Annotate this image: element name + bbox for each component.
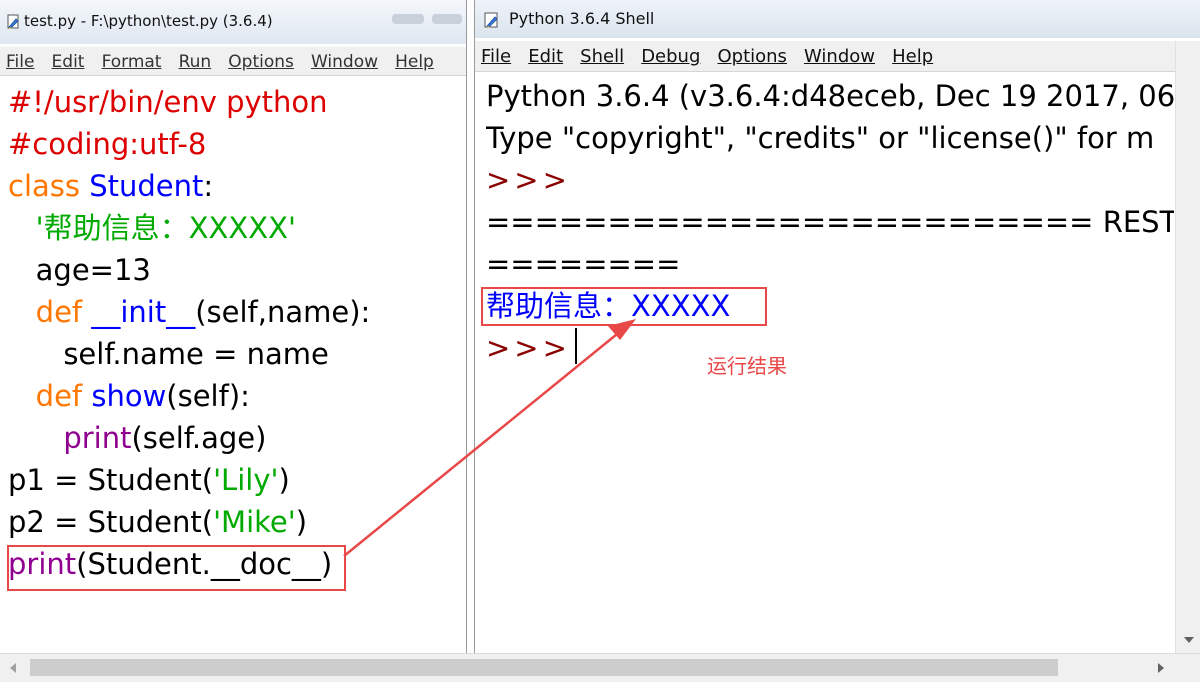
code-text: (self): xyxy=(166,379,250,413)
menu-shell[interactable]: Shell xyxy=(574,41,630,67)
menu-label: Edit xyxy=(528,46,564,67)
menu-label: Options xyxy=(228,52,294,72)
scrollbar-thumb[interactable] xyxy=(30,659,1058,676)
menu-options[interactable]: Options xyxy=(711,41,792,67)
output-line: ========================= RESTA xyxy=(486,205,1174,239)
idle-shell-icon xyxy=(484,11,502,33)
title-blur xyxy=(432,14,462,24)
menu-label: Shell xyxy=(580,46,625,67)
code-line: '帮助信息：XXXXX' xyxy=(8,207,370,249)
vertical-scrollbar[interactable] xyxy=(1175,41,1200,653)
horizontal-scrollbar[interactable] xyxy=(0,653,1200,682)
annotation-label: 运行结果 xyxy=(707,354,787,378)
menu-label: Help xyxy=(395,52,434,72)
code-line: #!/usr/bin/env python xyxy=(8,81,370,123)
menu-window[interactable]: Window xyxy=(798,41,881,67)
menu-label: Window xyxy=(804,46,876,67)
output-line: Python 3.6.4 (v3.6.4:d48eceb, Dec 19 201… xyxy=(486,79,1174,113)
menu-file[interactable]: File xyxy=(0,47,40,72)
code-line: age=13 xyxy=(8,249,370,291)
output-line: ======== xyxy=(486,247,681,281)
builtin: print xyxy=(63,421,132,455)
menu-help[interactable]: Help xyxy=(389,47,440,72)
menu-window[interactable]: Window xyxy=(305,47,384,72)
shell-titlebar[interactable]: Python 3.6.4 Shell xyxy=(475,0,1200,38)
highlight-box-result xyxy=(481,287,767,326)
output-line: Type "copyright", "credits" or "license(… xyxy=(486,121,1155,155)
code-line: self.name = name xyxy=(8,333,370,375)
code-line: def show(self): xyxy=(8,375,370,417)
text-cursor xyxy=(574,328,577,364)
menu-options[interactable]: Options xyxy=(222,47,300,72)
menu-label: Debug xyxy=(641,46,701,67)
keyword: def xyxy=(35,295,83,329)
shell-menubar: File Edit Shell Debug Options Window Hel… xyxy=(475,41,1175,72)
code-text: self.name = name xyxy=(63,337,329,371)
shell-prompt: >>> xyxy=(486,331,571,365)
menu-label: Window xyxy=(310,52,378,72)
menu-label: Edit xyxy=(51,52,85,72)
menu-file[interactable]: File xyxy=(475,41,517,67)
shell-window: Python 3.6.4 Shell File Edit Shell Debug… xyxy=(474,0,1200,681)
code-editor[interactable]: #!/usr/bin/env python #coding:utf-8 class … xyxy=(8,81,370,585)
editor-title: test.py - F:\python\test.py (3.6.4) xyxy=(24,12,273,30)
output-line: >>> xyxy=(486,159,1174,201)
code-text: age=13 xyxy=(35,253,151,287)
keyword: def xyxy=(35,379,83,413)
menu-run[interactable]: Run xyxy=(173,47,218,72)
menu-label: Format xyxy=(101,52,162,72)
editor-menubar: File Edit Format Run Options Window Help xyxy=(0,47,466,76)
menu-edit[interactable]: Edit xyxy=(522,41,569,67)
code-text: : xyxy=(203,169,214,203)
menu-format[interactable]: Format xyxy=(96,47,168,72)
code-text: (self.age) xyxy=(131,421,267,455)
code-line: print(self.age) xyxy=(8,417,370,459)
docstring: '帮助信息：XXXXX' xyxy=(35,211,296,245)
class-name: Student xyxy=(89,169,204,203)
menu-label: Help xyxy=(892,46,934,67)
title-blur xyxy=(392,14,424,24)
comment: #!/usr/bin/env python xyxy=(8,85,328,119)
menu-label: Run xyxy=(178,52,212,72)
output-line: >>> xyxy=(486,327,1174,369)
function-name: show xyxy=(91,379,167,413)
code-text: p1 = Student( xyxy=(8,463,214,497)
highlight-box-print xyxy=(7,545,346,591)
shell-prompt: >>> xyxy=(486,163,571,197)
editor-titlebar[interactable]: test.py - F:\python\test.py (3.6.4) xyxy=(0,0,466,44)
code-text: ) xyxy=(295,505,308,539)
code-line: p2 = Student('Mike') xyxy=(8,501,370,543)
shell-title: Python 3.6.4 Shell xyxy=(509,9,655,28)
string: 'Lily' xyxy=(213,463,279,497)
menu-debug[interactable]: Debug xyxy=(635,41,706,67)
code-line: def __init__(self,name): xyxy=(8,291,371,333)
menu-label: File xyxy=(481,46,512,67)
scroll-down-icon[interactable] xyxy=(1184,637,1194,643)
menu-edit[interactable]: Edit xyxy=(46,47,91,72)
keyword: class xyxy=(8,169,80,203)
comment: #coding:utf-8 xyxy=(8,127,207,161)
menu-help[interactable]: Help xyxy=(886,41,939,67)
scroll-right-icon[interactable] xyxy=(1158,663,1164,673)
code-text: (self,name): xyxy=(195,295,371,329)
code-line: p1 = Student('Lily') xyxy=(8,459,370,501)
menu-label: Options xyxy=(717,46,787,67)
code-text: p2 = Student( xyxy=(8,505,214,539)
menu-label: File xyxy=(6,52,35,72)
scroll-left-icon[interactable] xyxy=(10,663,16,673)
function-name: __init__ xyxy=(91,295,196,329)
code-line: #coding:utf-8 xyxy=(8,123,370,165)
string: 'Mike' xyxy=(213,505,296,539)
idle-file-icon xyxy=(7,14,21,34)
code-line: class Student: xyxy=(8,165,370,207)
code-text: ) xyxy=(278,463,290,497)
